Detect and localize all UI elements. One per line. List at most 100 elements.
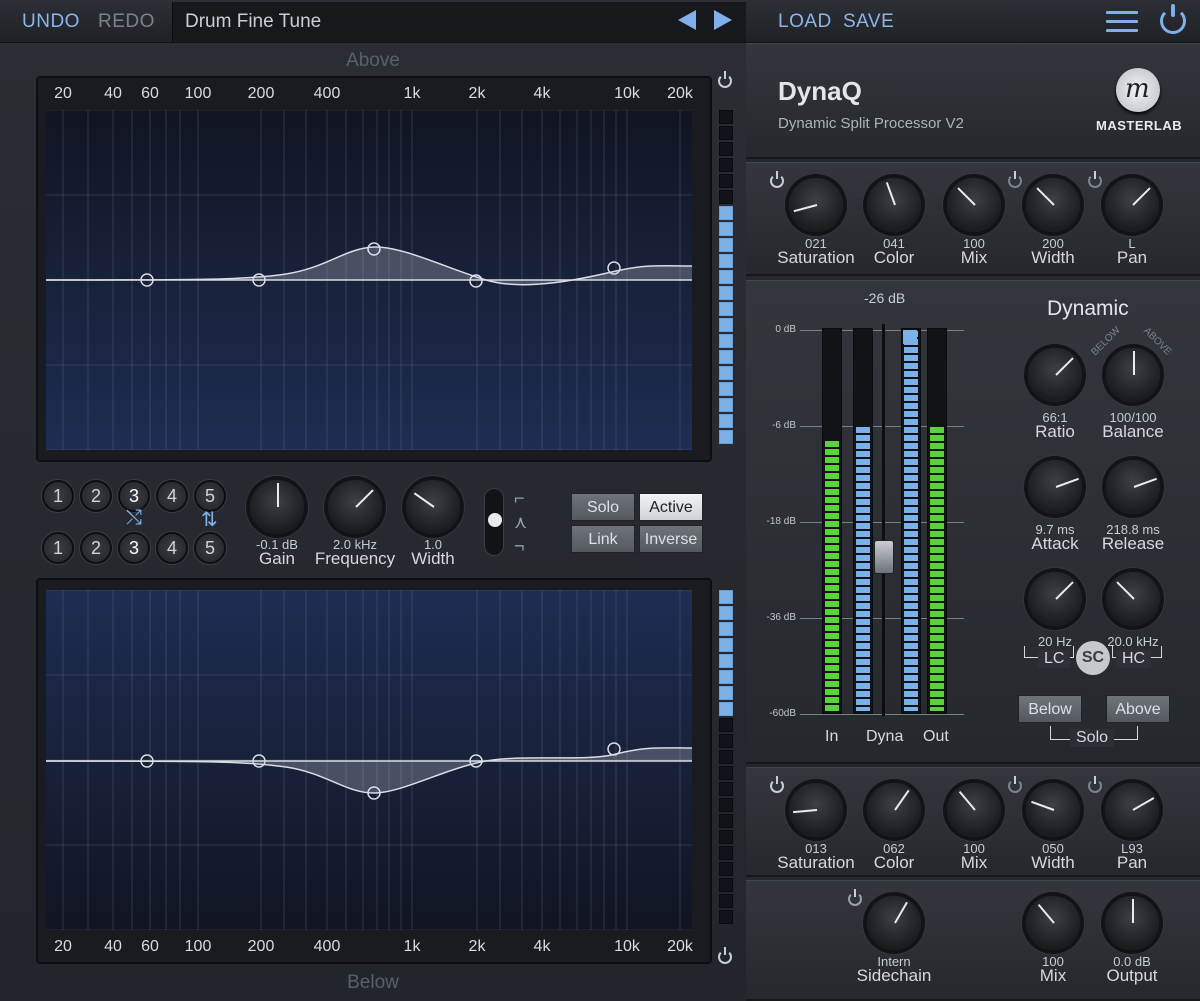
freq-tick-label: 60: [141, 938, 159, 955]
band-5-button[interactable]: 5: [194, 532, 226, 564]
undo-button[interactable]: UNDO: [22, 11, 80, 33]
toggle-handle[interactable]: [488, 513, 502, 527]
previous-preset-icon[interactable]: [678, 10, 696, 30]
link-button[interactable]: Link: [571, 525, 635, 553]
mix-knob[interactable]: [1026, 896, 1080, 950]
above-eq-plot[interactable]: [45, 109, 693, 451]
meter-segment: [719, 334, 733, 348]
active-button[interactable]: Active: [639, 493, 703, 521]
meter-segment: [719, 174, 733, 188]
below-eq-plot[interactable]: [45, 589, 693, 931]
above-level-meter: [719, 110, 733, 446]
next-preset-icon[interactable]: [714, 10, 732, 30]
attack-knob[interactable]: [1028, 460, 1082, 514]
gain-knob[interactable]: [250, 480, 304, 534]
width-label: Width: [411, 549, 455, 568]
freq-tick-label: 400: [313, 938, 341, 955]
freq-tick-label: 1k: [403, 85, 421, 102]
meter-segment: [719, 270, 733, 284]
bell-icon[interactable]: ⋏: [514, 510, 527, 534]
freq-tick-label: 10k: [614, 85, 640, 102]
preset-name-field[interactable]: Drum Fine Tune: [172, 2, 746, 42]
dynamic-knobs: 66:1 Ratio 100/100 Balance 9.7 ms Attack 218.8…: [1000, 340, 1200, 670]
mix-knob[interactable]: [947, 783, 1001, 837]
freq-tick-label: 4k: [533, 85, 551, 102]
meter-fill: [930, 427, 944, 711]
below-solo-button[interactable]: Below: [1018, 695, 1082, 723]
meter-segment: [719, 158, 733, 172]
plugin-power-icon[interactable]: [1160, 4, 1186, 34]
color-knob[interactable]: [867, 178, 921, 232]
meter-segment: [719, 702, 733, 716]
band-1-button[interactable]: 1: [42, 532, 74, 564]
release-knob[interactable]: [1106, 460, 1160, 514]
meter-segment: [719, 670, 733, 684]
band-swap-icon[interactable]: ⤭: [126, 507, 142, 530]
dyna-meter: [901, 328, 921, 714]
low-shelf-icon[interactable]: ⌐: [514, 486, 527, 510]
ratio-knob[interactable]: [1028, 348, 1082, 402]
band-1-button[interactable]: 1: [42, 480, 74, 512]
above-solo-button[interactable]: Above: [1106, 695, 1170, 723]
freq-tick-label: 4k: [533, 938, 551, 955]
knob-indicator: [1132, 899, 1134, 923]
redo-button[interactable]: REDO: [98, 11, 155, 33]
knob-indicator: [1116, 581, 1135, 600]
above-section-label: Above: [346, 50, 400, 71]
output-knob[interactable]: [1105, 896, 1159, 950]
band-4-button[interactable]: 4: [156, 532, 188, 564]
knob-indicator: [885, 182, 896, 206]
above-freq-axis: 20 40 60 100 200 400 1k 2k 4k 10k 20k: [46, 85, 693, 105]
hc-knob[interactable]: [1106, 572, 1160, 626]
freq-tick-label: 200: [247, 85, 275, 102]
filter-type-toggle[interactable]: [484, 488, 504, 556]
sidechain-knob[interactable]: [867, 896, 921, 950]
meter-segment: [719, 750, 733, 764]
sidechain-filter-button[interactable]: SC: [1076, 641, 1110, 675]
frequency-knob[interactable]: [328, 480, 382, 534]
meter-fill: [825, 441, 839, 711]
power-icon: [770, 171, 784, 188]
knob-indicator: [1031, 800, 1055, 811]
width-knob[interactable]: [1026, 783, 1080, 837]
solo-button[interactable]: Solo: [571, 493, 635, 521]
hc-label: HC: [1116, 650, 1152, 668]
load-button[interactable]: LOAD: [778, 11, 832, 33]
input-meter: [822, 328, 842, 714]
inverse-button[interactable]: Inverse: [639, 525, 703, 553]
pan-knob[interactable]: [1105, 178, 1159, 232]
meter-segment: [719, 878, 733, 892]
band-link-icon[interactable]: ⇅: [201, 507, 218, 532]
knob-indicator: [958, 790, 976, 811]
saturation-knob[interactable]: [789, 783, 843, 837]
eq-band-node[interactable]: [607, 742, 621, 756]
meter-segment: [719, 606, 733, 620]
knob-indicator: [1132, 187, 1151, 206]
band-2-button[interactable]: 2: [80, 480, 112, 512]
out-label: Out: [923, 728, 949, 745]
meter-segment: [719, 830, 733, 844]
threshold-fader-handle[interactable]: [874, 540, 894, 574]
lc-knob[interactable]: [1028, 572, 1082, 626]
power-icon: [1088, 776, 1102, 793]
balance-knob[interactable]: [1106, 348, 1160, 402]
band-2-button[interactable]: 2: [80, 532, 112, 564]
mix-knob[interactable]: [947, 178, 1001, 232]
knob-indicator: [1036, 187, 1055, 206]
high-shelf-icon[interactable]: ¬: [514, 534, 527, 558]
meter-segment: [719, 622, 733, 636]
product-title: DynaQ: [778, 76, 862, 106]
menu-icon[interactable]: [1106, 11, 1138, 33]
width-knob[interactable]: [406, 480, 460, 534]
color-knob[interactable]: [867, 783, 921, 837]
width-knob[interactable]: [1026, 178, 1080, 232]
pan-knob[interactable]: [1105, 783, 1159, 837]
saturation-knob[interactable]: [789, 178, 843, 232]
meter-segment: [719, 782, 733, 796]
band-4-button[interactable]: 4: [156, 480, 188, 512]
save-button[interactable]: SAVE: [843, 11, 894, 33]
band-3-button[interactable]: 3: [118, 532, 150, 564]
freq-tick-label: 20: [54, 938, 72, 955]
pan-label: Pan: [1116, 853, 1148, 872]
meter-segment: [719, 190, 733, 204]
